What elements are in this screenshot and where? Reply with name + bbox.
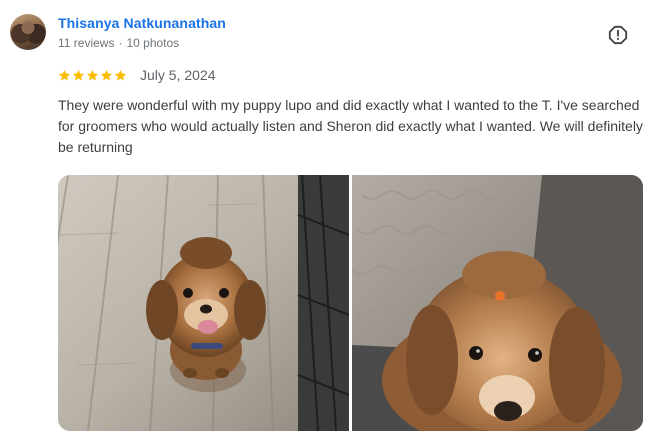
star-icon xyxy=(86,69,99,80)
review-date: July 5, 2024 xyxy=(140,67,216,83)
author-meta: 11 reviews · 10 photos xyxy=(58,36,179,50)
meta-separator: · xyxy=(118,36,123,50)
author-name[interactable]: Thisanya Natkunanathan xyxy=(58,15,226,31)
dog-on-floor-image xyxy=(58,175,349,431)
star-icon xyxy=(72,69,85,80)
star-icon xyxy=(100,69,113,80)
dog-closeup-image xyxy=(352,175,643,431)
photo-count: 10 photos xyxy=(126,36,180,50)
review-count: 11 reviews xyxy=(58,36,115,50)
star-rating xyxy=(58,69,127,82)
review-card: Thisanya Natkunanathan 11 reviews · 10 pho… xyxy=(0,0,666,443)
report-button[interactable] xyxy=(607,24,629,46)
review-photos xyxy=(58,175,643,431)
rating-row: July 5, 2024 xyxy=(58,66,216,84)
avatar[interactable] xyxy=(10,14,46,50)
star-icon xyxy=(114,69,127,80)
review-photo-dog-closeup[interactable] xyxy=(352,175,643,431)
star-icon xyxy=(58,69,71,80)
review-text: They were wonderful with my puppy lupo a… xyxy=(58,97,643,155)
report-icon xyxy=(608,25,628,45)
review-photo-dog-on-floor[interactable] xyxy=(58,175,349,431)
